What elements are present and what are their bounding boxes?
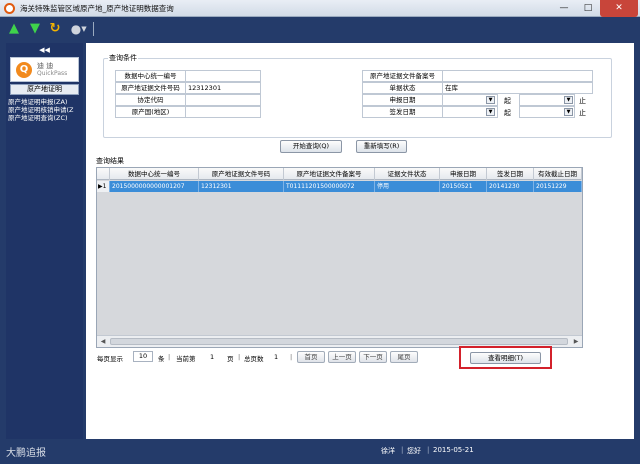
row-header-corner bbox=[97, 168, 110, 180]
start-query-button[interactable]: 开始查询(Q) bbox=[280, 140, 342, 153]
record-no-input[interactable] bbox=[442, 70, 593, 82]
table-header: 数据中心统一编号 原产地证据文件号码 原产地证据文件备案号 证据文件状态 申报日… bbox=[97, 168, 582, 180]
agreement-label: 协定代码 bbox=[115, 94, 186, 106]
status-bar bbox=[0, 440, 640, 464]
table-cell[interactable]: 2015000000000001207 bbox=[110, 181, 199, 192]
column-header[interactable]: 签发日期 bbox=[487, 168, 534, 180]
sidebar-section-header[interactable]: 原产地证明 bbox=[10, 84, 79, 95]
table-cell[interactable]: 停用 bbox=[375, 181, 440, 192]
center-id-label: 数据中心统一编号 bbox=[115, 70, 186, 82]
toolbar: ▲ ▼ ↻ ● ▼ bbox=[0, 17, 640, 42]
apply-date-to-dropdown-icon[interactable]: ▼ bbox=[564, 96, 573, 104]
doc-status-select[interactable]: 在库 bbox=[442, 82, 593, 94]
column-header[interactable]: 原产地证据文件备案号 bbox=[284, 168, 375, 180]
total-pages-label: 总页数 bbox=[244, 355, 264, 363]
pager-divider: | bbox=[238, 353, 241, 361]
logo: Q 迪 迪 QuickPass bbox=[10, 57, 79, 82]
window-title: 海关特殊监管区域原产地_原产地证明数据查询 bbox=[20, 4, 174, 13]
minimize-button[interactable]: — bbox=[552, 0, 576, 17]
current-page-label: 当前第 bbox=[176, 355, 196, 363]
prev-page-button[interactable]: 上一页 bbox=[328, 351, 356, 363]
status-greeting: 您好 bbox=[407, 447, 421, 455]
next-page-button[interactable]: 下一页 bbox=[359, 351, 387, 363]
chevron-down-icon[interactable]: ▼ bbox=[80, 21, 88, 37]
current-page-value: 1 bbox=[210, 353, 215, 361]
issue-date-to-dropdown-icon[interactable]: ▼ bbox=[564, 108, 573, 116]
close-button[interactable]: ✕ bbox=[600, 0, 638, 17]
logo-subtitle: QuickPass bbox=[37, 70, 68, 77]
doc-no-label: 原产地证据文件号码 bbox=[115, 82, 186, 94]
center-id-input[interactable] bbox=[185, 70, 261, 82]
issue-date-from-dropdown-icon[interactable]: ▼ bbox=[486, 108, 495, 116]
quickpass-logo-icon: Q bbox=[16, 62, 32, 78]
watermark: 大鹏追报 bbox=[6, 448, 46, 459]
pager-divider: | bbox=[290, 353, 293, 361]
column-header[interactable]: 数据中心统一编号 bbox=[110, 168, 199, 180]
status-divider: | bbox=[427, 446, 430, 454]
app-icon bbox=[4, 3, 15, 14]
page-label: 页 bbox=[227, 355, 234, 363]
row-index: 1 bbox=[102, 183, 107, 190]
toolbar-divider bbox=[93, 22, 94, 36]
unit-label: 条 bbox=[158, 355, 165, 363]
sidebar: ◀◀ Q 迪 迪 QuickPass 原产地证明 原产地证明申报(ZA) 原产地… bbox=[6, 43, 83, 439]
arrow-down-icon[interactable]: ▼ bbox=[27, 21, 43, 37]
collapse-sidebar-icon[interactable]: ◀◀ bbox=[6, 46, 83, 55]
reset-button[interactable]: 重新填写(R) bbox=[356, 140, 407, 153]
table-cell[interactable]: 20151229 bbox=[534, 181, 582, 192]
main-panel: 查询条件 数据中心统一编号 原产地证据文件号码 12312301 协定代码 原产… bbox=[86, 43, 634, 439]
table-cell[interactable]: 12312301 bbox=[199, 181, 284, 192]
table-cell[interactable]: 20141230 bbox=[487, 181, 534, 192]
row-selector[interactable]: ▶1 bbox=[97, 181, 110, 192]
status-user: 徐洋 bbox=[381, 447, 395, 455]
issue-date-to-label: 止 bbox=[579, 109, 586, 117]
column-header[interactable]: 原产地证据文件号码 bbox=[199, 168, 284, 180]
scroll-left-icon[interactable]: ◀ bbox=[98, 337, 108, 346]
app-window: 海关特殊监管区域原产地_原产地证明数据查询 — □ ✕ ▲ ▼ ↻ ● ▼ ◀◀… bbox=[0, 0, 640, 464]
record-no-label: 原产地证据文件备案号 bbox=[362, 70, 443, 82]
origin-label: 原产国(地区) bbox=[115, 106, 186, 118]
apply-date-from-label: 起 bbox=[504, 97, 511, 105]
results-title: 查询结果 bbox=[95, 156, 125, 166]
per-page-label: 每页显示 bbox=[97, 355, 123, 363]
title-bar: 海关特殊监管区域原产地_原产地证明数据查询 — □ ✕ bbox=[0, 0, 640, 17]
scroll-right-icon[interactable]: ▶ bbox=[571, 337, 581, 346]
maximize-button[interactable]: □ bbox=[576, 0, 600, 17]
per-page-input[interactable]: 10 bbox=[133, 351, 153, 362]
column-header[interactable]: 有效截止日期 bbox=[534, 168, 582, 180]
query-conditions-title: 查询条件 bbox=[108, 53, 138, 63]
column-header[interactable]: 申报日期 bbox=[440, 168, 487, 180]
origin-input[interactable] bbox=[185, 106, 261, 118]
status-divider: | bbox=[401, 446, 404, 454]
status-date: 2015-05-21 bbox=[433, 446, 474, 454]
view-detail-button[interactable]: 查看明细(T) bbox=[470, 352, 541, 364]
arrow-up-icon[interactable]: ▲ bbox=[6, 21, 22, 37]
apply-date-from-dropdown-icon[interactable]: ▼ bbox=[486, 96, 495, 104]
table-row[interactable]: ▶1 2015000000000001207 12312301 T0111120… bbox=[97, 181, 582, 192]
sidebar-item-query[interactable]: 原产地证明查询(ZC) bbox=[8, 112, 82, 122]
column-header[interactable]: 证据文件状态 bbox=[375, 168, 440, 180]
results-table[interactable]: 数据中心统一编号 原产地证据文件号码 原产地证据文件备案号 证据文件状态 申报日… bbox=[96, 167, 583, 348]
table-cell[interactable]: T01111201500000072 bbox=[284, 181, 375, 192]
table-cell[interactable]: 20150521 bbox=[440, 181, 487, 192]
last-page-button[interactable]: 尾页 bbox=[390, 351, 418, 363]
issue-date-from-label: 起 bbox=[504, 109, 511, 117]
doc-status-label: 单据状态 bbox=[362, 82, 443, 94]
first-page-button[interactable]: 首页 bbox=[297, 351, 325, 363]
scroll-thumb[interactable] bbox=[110, 338, 568, 345]
pager-divider: | bbox=[168, 353, 171, 361]
issue-date-label: 签发日期 bbox=[362, 106, 443, 118]
agreement-input[interactable] bbox=[185, 94, 261, 106]
doc-no-input[interactable]: 12312301 bbox=[185, 82, 261, 94]
refresh-icon[interactable]: ↻ bbox=[47, 21, 63, 37]
total-pages-value: 1 bbox=[274, 353, 279, 361]
apply-date-label: 申报日期 bbox=[362, 94, 443, 106]
apply-date-to-label: 止 bbox=[579, 97, 586, 105]
